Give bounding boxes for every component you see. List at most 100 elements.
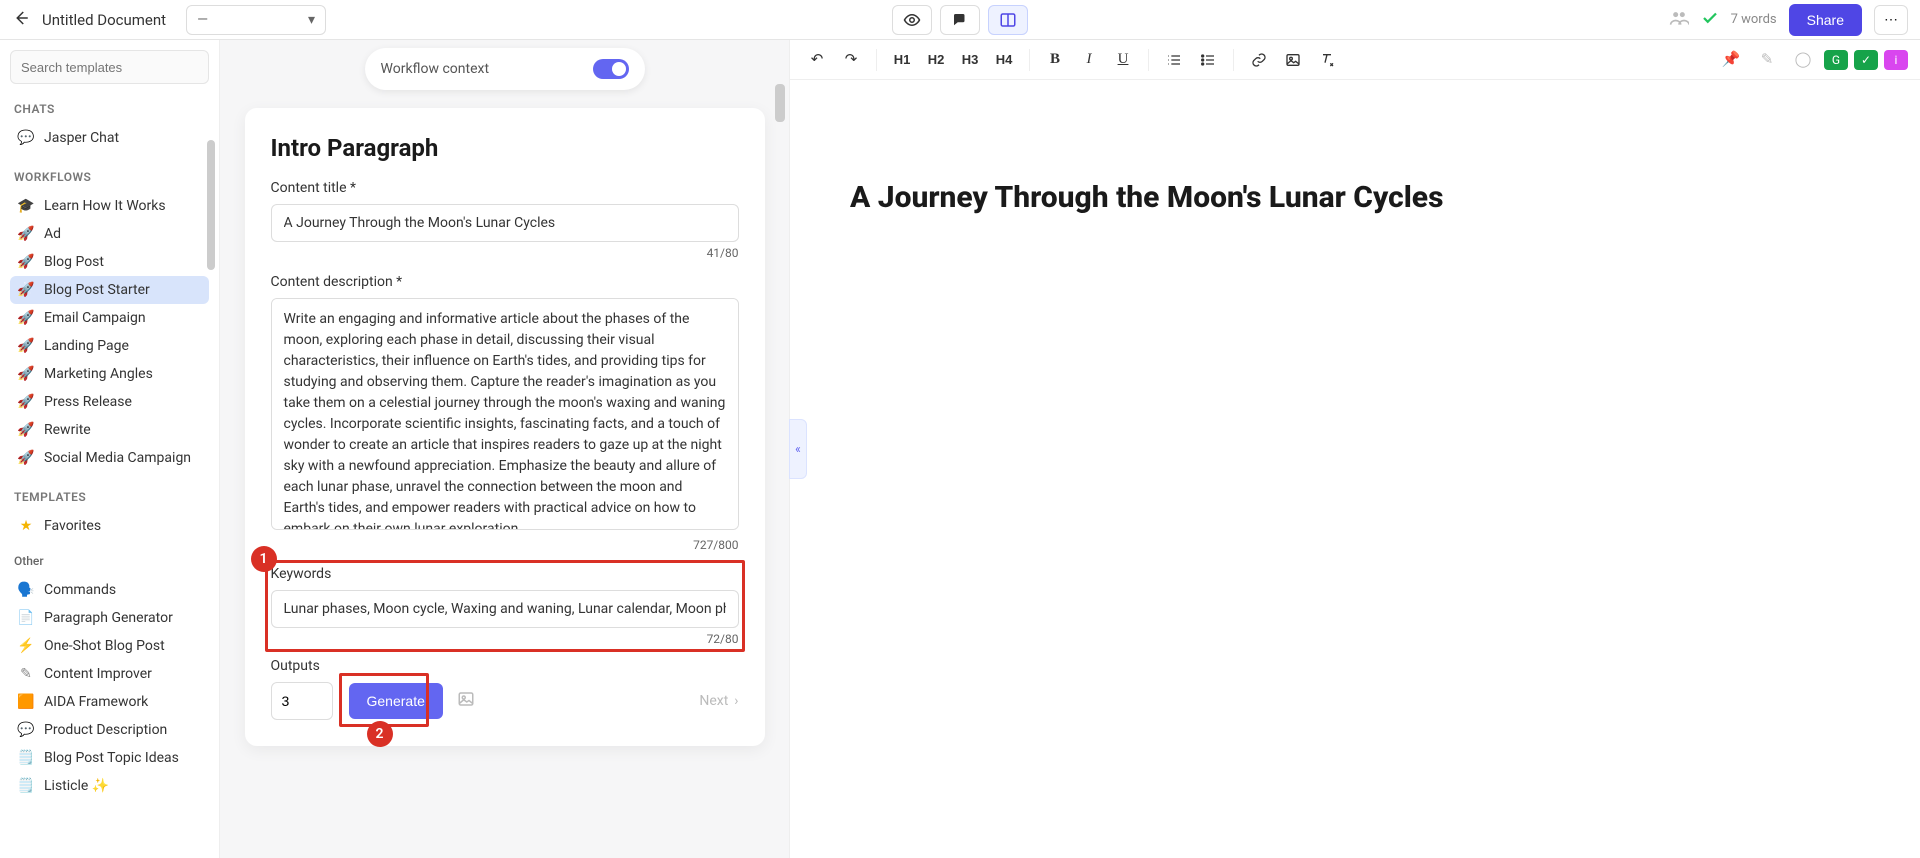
sidebar-item-learn[interactable]: 🎓 Learn How It Works xyxy=(10,192,209,220)
list-icon: 🗒️ xyxy=(18,750,34,766)
undo-button[interactable]: ↶ xyxy=(802,45,832,75)
content-title-input[interactable] xyxy=(271,204,739,242)
doc-icon: 📄 xyxy=(18,610,34,626)
image-icon[interactable] xyxy=(457,690,475,713)
h1-button[interactable]: H1 xyxy=(887,45,917,75)
pin-button[interactable]: 📌 xyxy=(1716,45,1746,75)
sidebar-item-favorites[interactable]: ★Favorites xyxy=(10,512,209,540)
preview-button[interactable] xyxy=(892,5,932,35)
toolbar-divider xyxy=(1029,49,1030,71)
magic-button[interactable]: ✎ xyxy=(1752,45,1782,75)
panel-scrollbar[interactable] xyxy=(775,84,785,122)
keywords-input[interactable] xyxy=(271,590,739,628)
sidebar-item-landing-page[interactable]: 🚀Landing Page xyxy=(10,332,209,360)
sidebar-item-label: Blog Post Topic Ideas xyxy=(44,750,179,766)
workflow-context-toggle[interactable] xyxy=(593,59,629,79)
search-input[interactable] xyxy=(10,50,209,84)
more-menu-button[interactable]: ⋯ xyxy=(1874,5,1908,35)
collapse-panel-handle[interactable]: « xyxy=(789,419,807,479)
sidebar-item-topic-ideas[interactable]: 🗒️ Blog Post Topic Ideas xyxy=(10,744,209,772)
chat-icon: 💬 xyxy=(18,722,34,738)
sidebar-item-label: Content Improver xyxy=(44,666,152,682)
sidebar-item-label: Ad xyxy=(44,226,61,242)
content-title-label: Content title * xyxy=(271,180,739,196)
image-button[interactable] xyxy=(1278,45,1308,75)
sidebar-item-rewrite[interactable]: 🚀Rewrite xyxy=(10,416,209,444)
list-icon: 🗒️ xyxy=(18,778,34,794)
info-badge[interactable]: i xyxy=(1884,50,1908,70)
sidebar-item-aida[interactable]: 🟧 AIDA Framework xyxy=(10,688,209,716)
aida-icon: 🟧 xyxy=(18,694,34,710)
workflow-context-pill: Workflow context xyxy=(365,48,645,90)
chat-button[interactable] xyxy=(940,5,980,35)
sidebar-item-oneshot-blog[interactable]: ⚡One-Shot Blog Post xyxy=(10,632,209,660)
document-heading[interactable]: A Journey Through the Moon's Lunar Cycle… xyxy=(850,180,1860,215)
sidebar-item-label: Learn How It Works xyxy=(44,198,166,214)
outputs-label: Outputs xyxy=(271,658,739,674)
split-view-button[interactable] xyxy=(988,5,1028,35)
sidebar-item-label: Product Description xyxy=(44,722,167,738)
rocket-icon: 🚀 xyxy=(18,450,34,466)
sidebar-item-jasper-chat[interactable]: 💬 Jasper Chat xyxy=(10,124,209,152)
sidebar-item-label: Blog Post Starter xyxy=(44,282,150,298)
sidebar-item-marketing-angles[interactable]: 🚀Marketing Angles xyxy=(10,360,209,388)
generate-button[interactable]: Generate xyxy=(349,683,443,719)
sidebar-item-label: Paragraph Generator xyxy=(44,610,173,626)
back-icon[interactable] xyxy=(12,9,30,31)
sidebar-item-label: AIDA Framework xyxy=(44,694,148,710)
sidebar-item-blog-post[interactable]: 🚀 Blog Post xyxy=(10,248,209,276)
toolbar-divider xyxy=(876,49,877,71)
editor-body[interactable]: A Journey Through the Moon's Lunar Cycle… xyxy=(790,80,1920,858)
sidebar-item-content-improver[interactable]: ✎Content Improver xyxy=(10,660,209,688)
document-title[interactable]: Untitled Document xyxy=(42,11,166,29)
bullet-list-button[interactable] xyxy=(1193,45,1223,75)
keywords-label: Keywords xyxy=(271,566,739,582)
underline-button[interactable]: U xyxy=(1108,45,1138,75)
sidebar-item-label: One-Shot Blog Post xyxy=(44,638,165,654)
ordered-list-button[interactable] xyxy=(1159,45,1189,75)
editor-toolbar: ↶ ↷ H1 H2 H3 H4 B I U xyxy=(790,40,1920,80)
sidebar-item-product-desc[interactable]: 💬 Product Description xyxy=(10,716,209,744)
check-badge[interactable]: ✓ xyxy=(1854,50,1878,70)
italic-button[interactable]: I xyxy=(1074,45,1104,75)
grammar-badge[interactable]: G xyxy=(1824,50,1848,70)
mode-select[interactable]: — ▾ xyxy=(186,5,326,35)
sidebar-item-label: Listicle ✨ xyxy=(44,778,109,794)
sidebar-item-email-campaign[interactable]: 🚀Email Campaign xyxy=(10,304,209,332)
circle-button[interactable]: ◯ xyxy=(1788,45,1818,75)
cap-icon: 🎓 xyxy=(18,198,34,214)
sidebar-item-paragraph-gen[interactable]: 📄 Paragraph Generator xyxy=(10,604,209,632)
sidebar-item-label: Favorites xyxy=(44,518,101,534)
h4-button[interactable]: H4 xyxy=(989,45,1019,75)
sidebar-item-social-media[interactable]: 🚀Social Media Campaign xyxy=(10,444,209,472)
content-desc-input[interactable]: Write an engaging and informative articl… xyxy=(271,298,739,530)
annotation-number-2: 2 xyxy=(367,721,393,747)
redo-button[interactable]: ↷ xyxy=(836,45,866,75)
sidebar-item-label: Blog Post xyxy=(44,254,104,270)
share-button[interactable]: Share xyxy=(1789,4,1862,36)
sidebar-item-listicle[interactable]: 🗒️ Listicle ✨ xyxy=(10,772,209,800)
sidebar-item-commands[interactable]: 🗣️Commands xyxy=(10,576,209,604)
outputs-input[interactable] xyxy=(271,682,333,720)
h2-button[interactable]: H2 xyxy=(921,45,951,75)
sidebar-item-label: Jasper Chat xyxy=(44,130,119,146)
collab-icon[interactable] xyxy=(1669,8,1689,32)
section-other: Other xyxy=(14,554,205,568)
keywords-counter: 72/80 xyxy=(271,632,739,646)
bold-button[interactable]: B xyxy=(1040,45,1070,75)
saved-check-icon xyxy=(1701,9,1719,31)
h3-button[interactable]: H3 xyxy=(955,45,985,75)
content-title-counter: 41/80 xyxy=(271,246,739,260)
next-button[interactable]: Next › xyxy=(699,693,738,709)
editor-pane: ↶ ↷ H1 H2 H3 H4 B I U xyxy=(790,40,1920,858)
clear-format-button[interactable] xyxy=(1312,45,1342,75)
chevron-right-icon: › xyxy=(734,693,738,709)
sidebar-item-ad[interactable]: 🚀Ad xyxy=(10,220,209,248)
sidebar-item-blog-post-starter[interactable]: 🚀Blog Post Starter xyxy=(10,276,209,304)
toolbar-divider xyxy=(1233,49,1234,71)
sidebar-item-press-release[interactable]: 🚀Press Release xyxy=(10,388,209,416)
link-button[interactable] xyxy=(1244,45,1274,75)
rocket-icon: 🚀 xyxy=(18,254,34,270)
sidebar-item-label: Email Campaign xyxy=(44,310,146,326)
sidebar-scrollbar[interactable] xyxy=(207,140,215,270)
